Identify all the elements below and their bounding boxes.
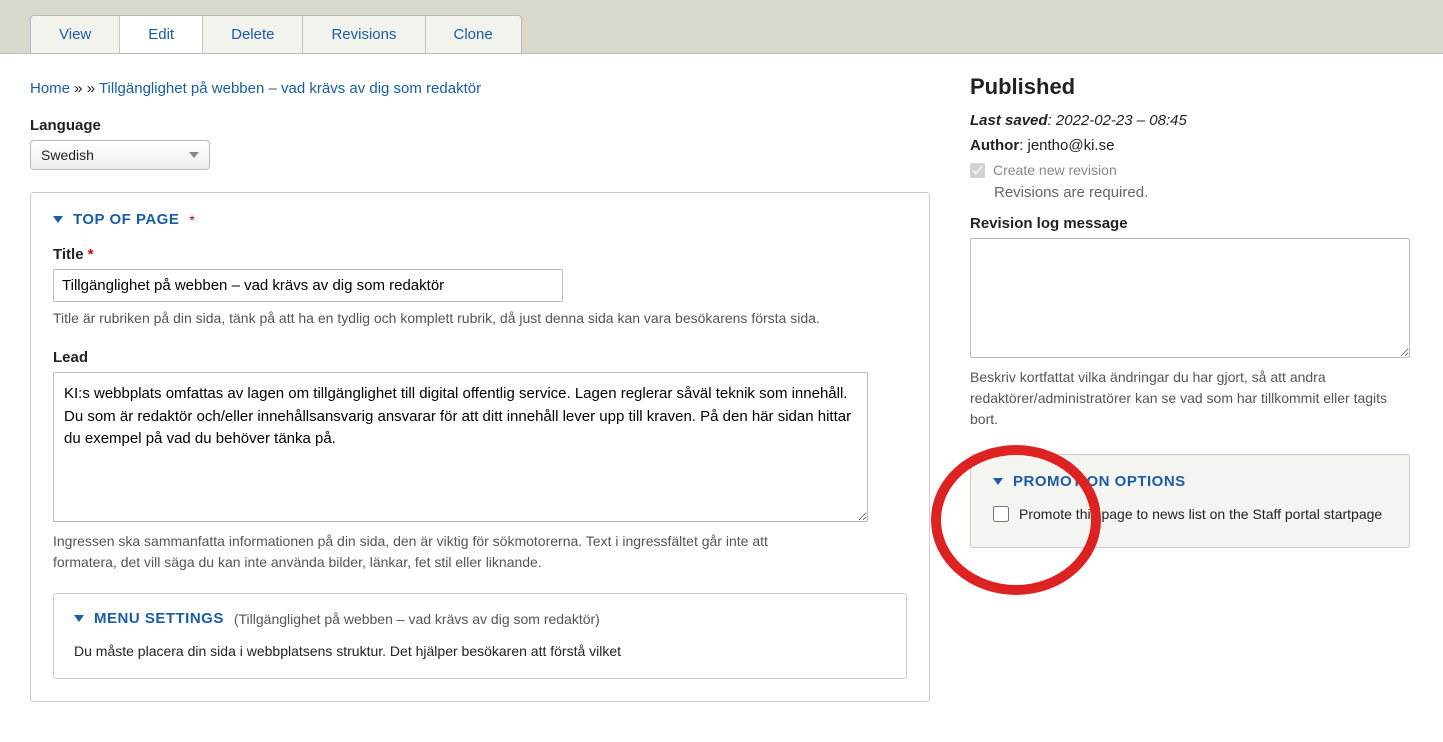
revisions-required: Revisions are required. <box>994 184 1410 201</box>
promotion-options-header[interactable]: PROMOTION OPTIONS <box>993 473 1387 490</box>
tab-clone[interactable]: Clone <box>426 16 521 53</box>
title-help: Title är rubriken på din sida, tänk på a… <box>53 308 833 329</box>
author-line: Author: jentho@ki.se <box>970 137 1410 154</box>
title-input[interactable] <box>53 269 563 302</box>
promotion-options-title: PROMOTION OPTIONS <box>1013 473 1186 490</box>
tab-view[interactable]: View <box>31 16 120 53</box>
lead-textarea[interactable]: KI:s webbplats omfattas av lagen om till… <box>53 372 868 522</box>
chevron-down-icon <box>189 152 199 158</box>
published-heading: Published <box>970 74 1410 100</box>
last-saved-line: Last saved: 2022-02-23 – 08:45 <box>970 112 1410 129</box>
main-column: Home » » Tillgänglighet på webben – vad … <box>30 74 930 722</box>
menu-settings-sub: (Tillgänglighet på webben – vad krävs av… <box>234 611 600 627</box>
side-column: Published Last saved: 2022-02-23 – 08:45… <box>970 74 1410 722</box>
top-of-page-header[interactable]: TOP OF PAGE * <box>53 211 907 228</box>
promote-label[interactable]: Promote this page to news list on the St… <box>1019 504 1382 525</box>
required-marker: * <box>189 212 194 228</box>
menu-settings-title: MENU SETTINGS <box>94 610 224 627</box>
tabs: View Edit Delete Revisions Clone <box>30 15 522 53</box>
breadcrumb-current[interactable]: Tillgänglighet på webben – vad krävs av … <box>99 80 481 97</box>
language-value: Swedish <box>41 147 94 163</box>
revision-log-help: Beskriv kortfattat vilka ändringar du ha… <box>970 367 1410 430</box>
language-select[interactable]: Swedish <box>30 140 210 170</box>
top-of-page-title: TOP OF PAGE <box>73 211 179 228</box>
menu-settings-panel: MENU SETTINGS (Tillgänglighet på webben … <box>53 593 907 679</box>
menu-settings-header[interactable]: MENU SETTINGS (Tillgänglighet på webben … <box>74 610 886 627</box>
tab-delete[interactable]: Delete <box>203 16 303 53</box>
revision-log-textarea[interactable] <box>970 238 1410 358</box>
chevron-down-icon <box>74 615 84 622</box>
create-new-revision-label: Create new revision <box>993 162 1117 178</box>
menu-settings-body: Du måste placera din sida i webbplatsens… <box>74 641 854 662</box>
promote-checkbox[interactable] <box>993 506 1009 522</box>
title-label: Title * <box>53 246 907 263</box>
chevron-down-icon <box>993 478 1003 485</box>
breadcrumb-home[interactable]: Home <box>30 80 70 97</box>
breadcrumb: Home » » Tillgänglighet på webben – vad … <box>30 80 930 97</box>
lead-label: Lead <box>53 349 907 366</box>
chevron-down-icon <box>53 216 63 223</box>
tab-edit[interactable]: Edit <box>120 16 203 53</box>
lead-help: Ingressen ska sammanfatta informationen … <box>53 531 833 573</box>
tab-revisions[interactable]: Revisions <box>303 16 425 53</box>
top-of-page-panel: TOP OF PAGE * Title * Title är rubriken … <box>30 192 930 702</box>
create-new-revision-row: Create new revision <box>970 162 1410 178</box>
language-label: Language <box>30 117 930 134</box>
revision-log-label: Revision log message <box>970 215 1410 232</box>
promotion-options-panel: PROMOTION OPTIONS Promote this page to n… <box>970 454 1410 548</box>
create-new-revision-checkbox <box>970 163 985 178</box>
breadcrumb-sep: » » <box>70 80 99 97</box>
top-bar: View Edit Delete Revisions Clone <box>0 0 1443 54</box>
